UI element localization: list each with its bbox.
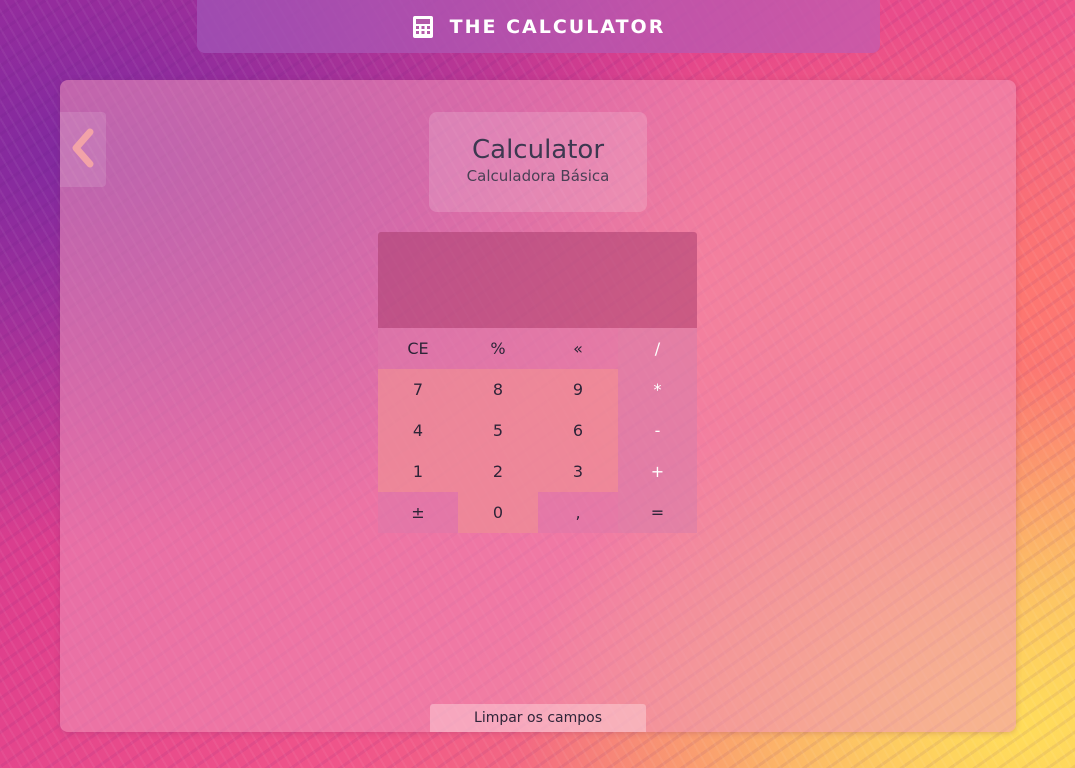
app-title: THE CALCULATOR bbox=[449, 15, 666, 38]
key-equals[interactable]: = bbox=[618, 492, 697, 533]
key-7[interactable]: 7 bbox=[378, 369, 458, 410]
calculator-display bbox=[378, 232, 697, 328]
key-backspace[interactable]: « bbox=[538, 328, 618, 369]
calculator: CE% «/ 7 8 9 * 4 5 6- 1 2 3 + ±0, = bbox=[378, 232, 697, 533]
key-multiply[interactable]: * bbox=[618, 369, 697, 410]
key-3[interactable]: 3 bbox=[538, 451, 618, 492]
key-0[interactable]: 0 bbox=[458, 492, 538, 533]
key-1[interactable]: 1 bbox=[378, 451, 458, 492]
back-button[interactable] bbox=[60, 112, 106, 187]
key-decimal[interactable]: , bbox=[538, 492, 618, 533]
key-percent[interactable]: % bbox=[458, 328, 538, 369]
key-6[interactable]: 6 bbox=[538, 410, 618, 451]
page-title: Calculator bbox=[471, 135, 605, 165]
key-divide[interactable]: / bbox=[618, 328, 697, 369]
key-5[interactable]: 5 bbox=[458, 410, 538, 451]
keypad: CE% «/ 7 8 9 * 4 5 6- 1 2 3 + ±0, = bbox=[378, 328, 697, 533]
calculator-icon bbox=[412, 15, 434, 39]
title-card: Calculator Calculadora Básica bbox=[429, 112, 647, 212]
clear-fields-button[interactable]: Limpar os campos bbox=[430, 704, 646, 732]
main-panel: Calculator Calculadora Básica CE% «/ 7 8 9 * 4… bbox=[60, 80, 1016, 732]
app-header: THE CALCULATOR bbox=[197, 0, 880, 53]
key-8[interactable]: 8 bbox=[458, 369, 538, 410]
key-4[interactable]: 4 bbox=[378, 410, 458, 451]
key-2[interactable]: 2 bbox=[458, 451, 538, 492]
page-subtitle: Calculadora Básica bbox=[466, 167, 610, 185]
key-add[interactable]: + bbox=[618, 451, 697, 492]
key-9[interactable]: 9 bbox=[538, 369, 618, 410]
chevron-left-icon bbox=[70, 128, 96, 172]
key-clear-entry[interactable]: CE bbox=[378, 328, 458, 369]
key-subtract[interactable]: - bbox=[618, 410, 697, 451]
key-negate[interactable]: ± bbox=[378, 492, 458, 533]
